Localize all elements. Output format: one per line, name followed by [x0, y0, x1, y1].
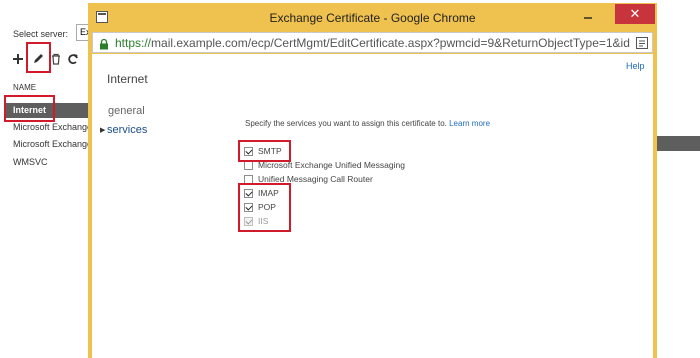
- certificate-row[interactable]: WMSVC: [13, 157, 88, 167]
- details-bar: [655, 136, 700, 151]
- smtp-highlight-box: [238, 140, 291, 162]
- url-text: https://mail.example.com/ecp/CertMgmt/Ed…: [115, 36, 630, 50]
- page-icon[interactable]: [635, 36, 649, 50]
- certificate-row[interactable]: Microsoft Exchange: [13, 139, 88, 149]
- imap-pop-iis-highlight-box: [238, 183, 291, 232]
- lock-icon: [98, 37, 110, 50]
- nav-general[interactable]: general: [108, 105, 145, 117]
- window-title: Exchange Certificate - Google Chrome: [269, 11, 476, 25]
- url-path: mail.example.com/ecp/CertMgmt/EditCertif…: [151, 36, 630, 50]
- window-titlebar[interactable]: Exchange Certificate - Google Chrome ✕: [88, 3, 657, 32]
- certificate-row[interactable]: Microsoft Exchange: [13, 122, 88, 132]
- learn-more-link[interactable]: Learn more: [449, 119, 490, 128]
- url-scheme: https://: [115, 36, 152, 50]
- instructions-text: Specify the services you want to assign …: [245, 119, 505, 129]
- plus-icon[interactable]: [10, 51, 26, 67]
- nav-services[interactable]: services: [107, 124, 147, 136]
- name-column-header: NAME: [13, 83, 37, 92]
- row-highlight-box: [4, 95, 55, 122]
- address-bar[interactable]: https://mail.example.com/ecp/CertMgmt/Ed…: [92, 32, 653, 53]
- close-icon[interactable]: ✕: [615, 4, 655, 24]
- dialog-title: Internet: [107, 72, 148, 86]
- nav-arrow-icon: ▶: [100, 127, 106, 134]
- edit-highlight-box: [26, 42, 51, 73]
- server-label: Select server:: [13, 29, 69, 39]
- minimize-icon[interactable]: [578, 8, 598, 24]
- refresh-icon[interactable]: [65, 51, 81, 67]
- dialog-page: Help Internet general ▶ services Specify…: [92, 54, 653, 358]
- instructions-label: Specify the services you want to assign …: [245, 119, 447, 128]
- help-link[interactable]: Help: [626, 61, 645, 71]
- chrome-popup-window: Exchange Certificate - Google Chrome ✕ h…: [88, 3, 657, 358]
